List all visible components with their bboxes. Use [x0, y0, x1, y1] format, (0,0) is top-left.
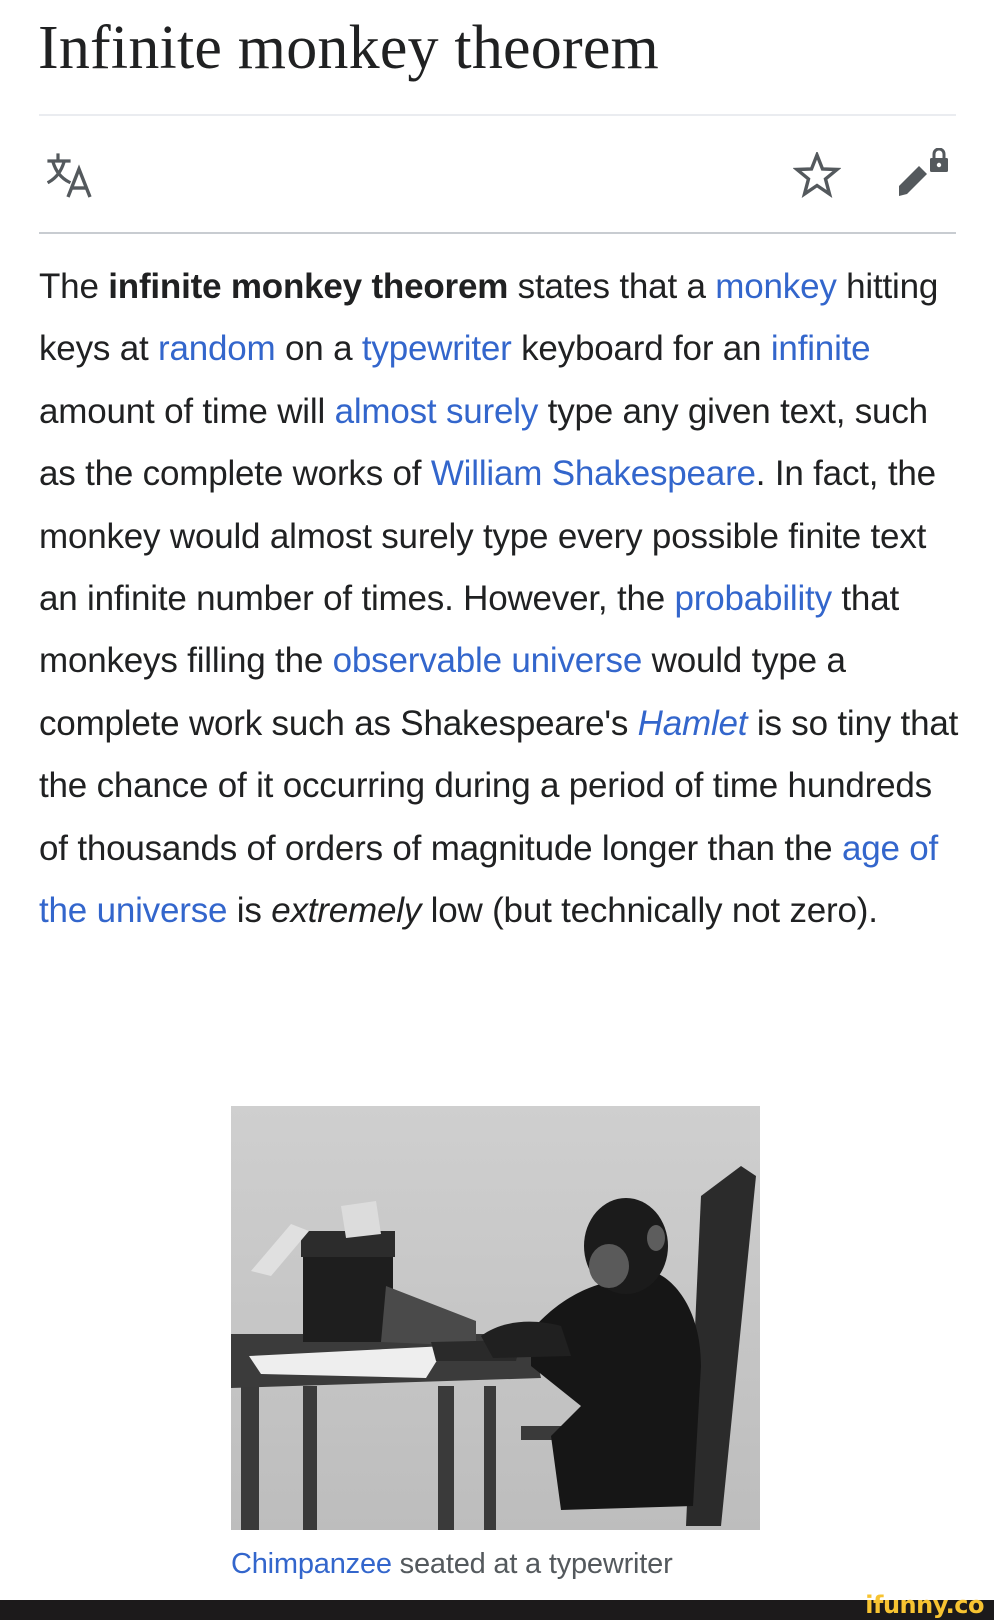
- article-intro-paragraph: The infinite monkey theorem states that …: [39, 256, 959, 942]
- star-icon: [792, 150, 842, 198]
- article-link-hamlet[interactable]: Hamlet: [638, 704, 748, 743]
- body-text-run: The: [39, 267, 109, 306]
- article-link-infinite[interactable]: infinite: [771, 329, 871, 368]
- photo-placeholder: [231, 1106, 760, 1530]
- article-link-william-shakespeare[interactable]: William Shakespeare: [431, 454, 756, 493]
- body-text-run: amount of time will: [39, 391, 335, 431]
- article-link-almost-surely[interactable]: almost surely: [335, 392, 539, 431]
- body-text-run: states that a: [508, 267, 716, 306]
- watch-button[interactable]: [792, 150, 842, 198]
- body-text-run: keyboard for an: [511, 329, 771, 369]
- translate-icon: [46, 153, 92, 198]
- article-link-monkey[interactable]: monkey: [715, 267, 837, 306]
- page-title: Infinite monkey theorem: [38, 14, 659, 82]
- figure-caption: Chimpanzee seated at a typewriter: [231, 1546, 673, 1582]
- language-button[interactable]: [46, 152, 99, 198]
- body-text-run: low (but technically not zero).: [421, 891, 878, 931]
- title-divider: [39, 114, 956, 116]
- article-link-observable-universe[interactable]: observable universe: [333, 641, 643, 680]
- article-link-probability[interactable]: probability: [675, 579, 833, 618]
- edit-button[interactable]: [897, 147, 949, 198]
- emphasis-text: extremely: [271, 891, 422, 931]
- caption-text: seated at a typewriter: [391, 1548, 673, 1580]
- bold-term: infinite monkey theorem: [108, 267, 509, 306]
- caption-link-chimpanzee[interactable]: Chimpanzee: [231, 1548, 392, 1580]
- body-text-run: on a: [275, 329, 362, 369]
- toolbar-divider: [39, 232, 956, 234]
- watermark-bar: [0, 1600, 994, 1620]
- article-link-typewriter[interactable]: typewriter: [362, 329, 512, 368]
- article-link-random[interactable]: random: [158, 329, 276, 368]
- body-text-run: is: [227, 891, 272, 931]
- chimpanzee-typewriter-image[interactable]: [231, 1106, 760, 1530]
- ifunny-watermark-logo: ifunny.co: [865, 1591, 984, 1619]
- edit-locked-icon: [899, 147, 948, 196]
